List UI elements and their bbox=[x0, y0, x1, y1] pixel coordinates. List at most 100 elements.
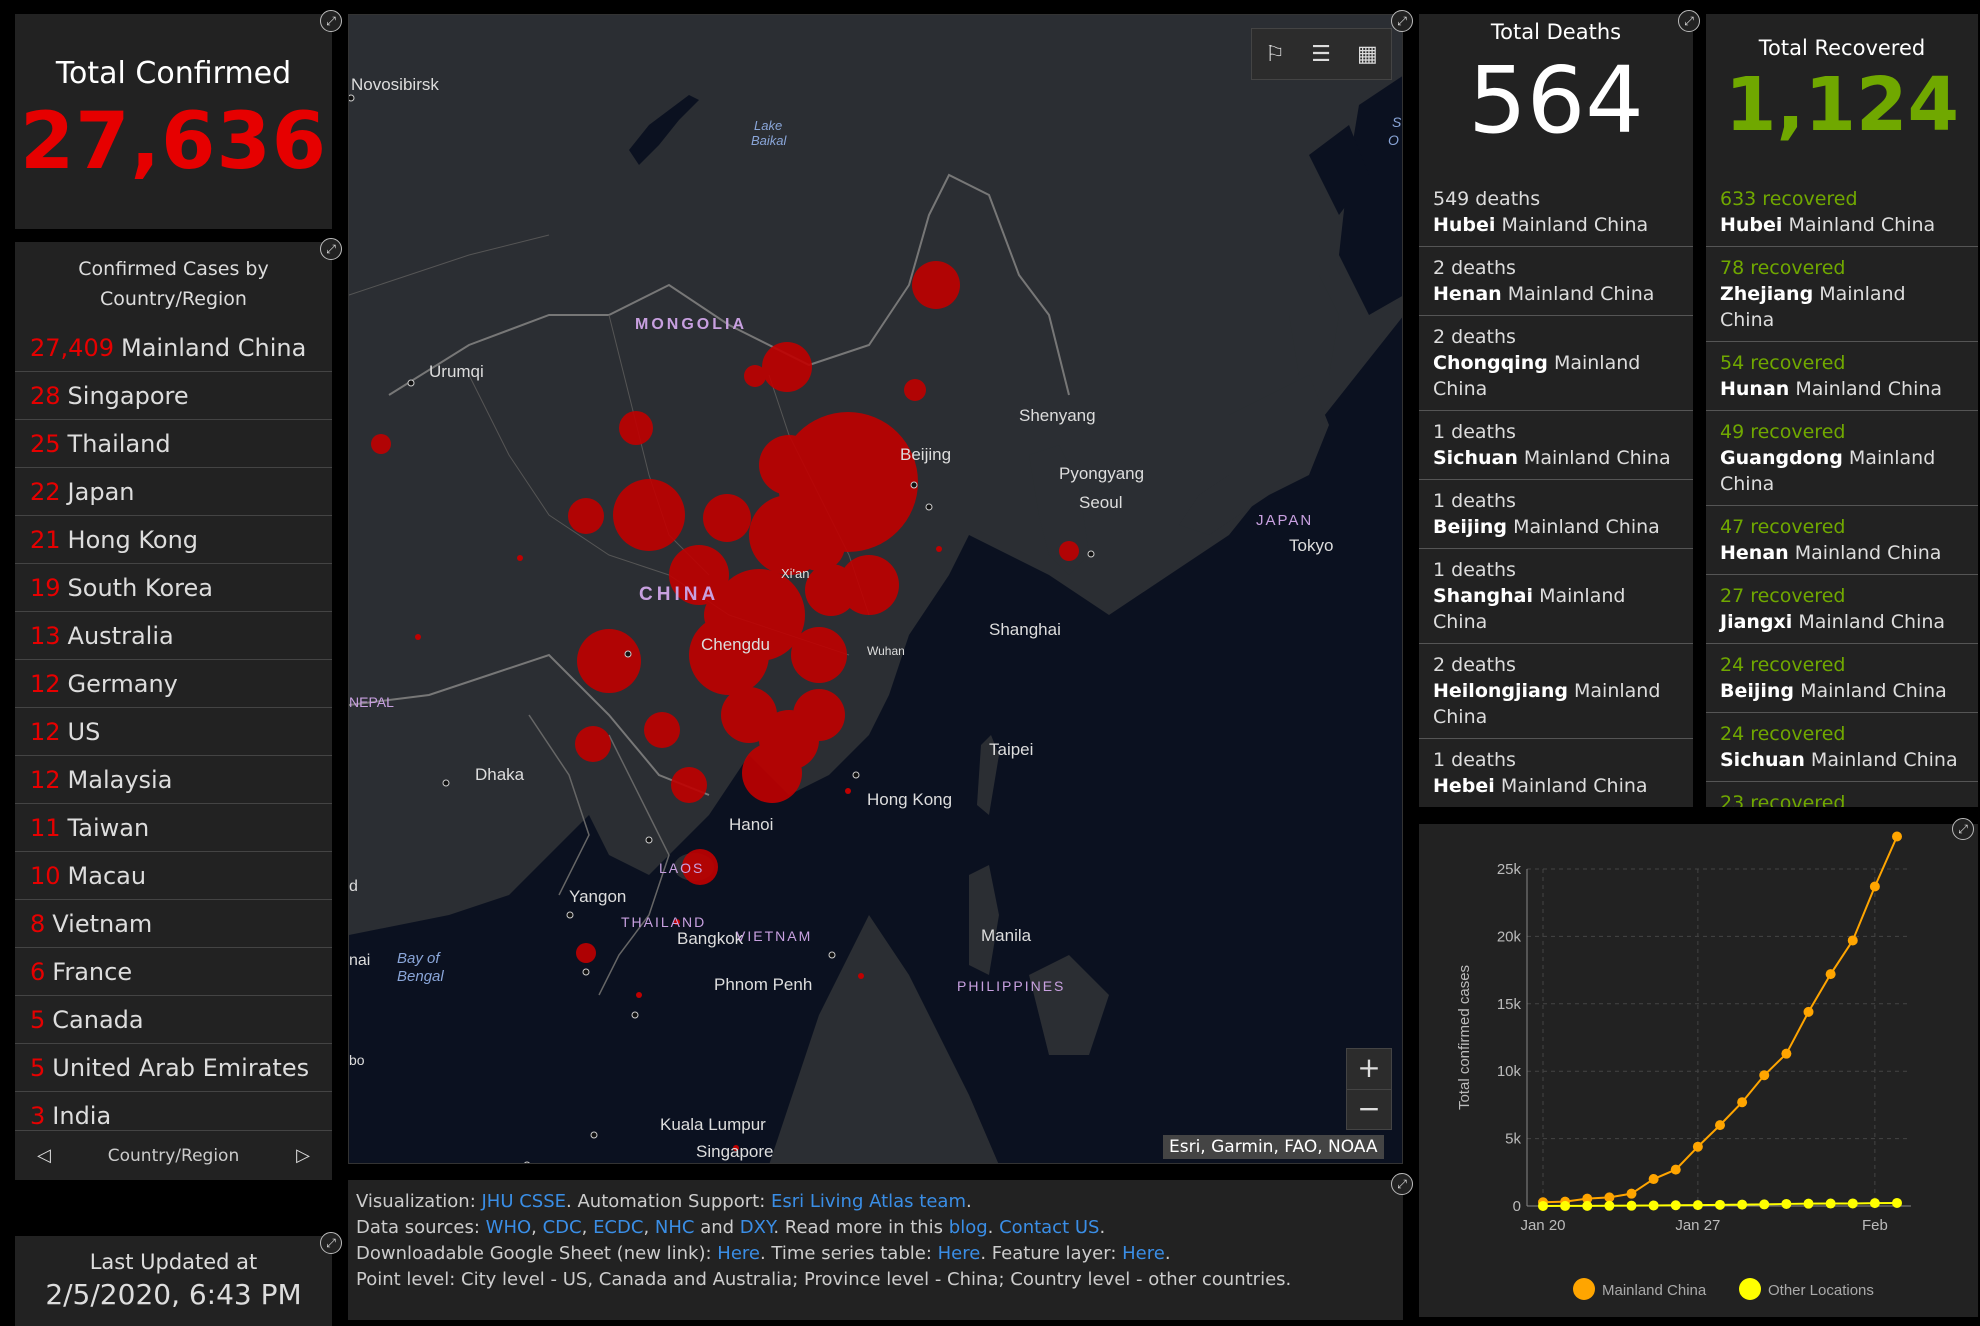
series-line bbox=[1542, 836, 1898, 1204]
death-item[interactable]: 549 deaths Hubei Mainland China bbox=[1419, 178, 1693, 247]
map-label-bangkok: Bangkok bbox=[677, 929, 744, 948]
contact-us-link[interactable]: Contact US bbox=[999, 1217, 1099, 1238]
country-list-item[interactable]: 6 France bbox=[15, 948, 332, 996]
province-name: Sichuan bbox=[1433, 447, 1518, 469]
expand-icon[interactable]: ⤢ bbox=[320, 238, 342, 260]
country-list-item[interactable]: 12 Malaysia bbox=[15, 756, 332, 804]
legend-list-icon[interactable]: ☰ bbox=[1311, 42, 1331, 67]
bookmark-icon[interactable]: ⚐ bbox=[1265, 42, 1285, 67]
map-label-nai: nai bbox=[349, 952, 370, 969]
death-count: 1 deaths bbox=[1433, 490, 1516, 512]
death-item[interactable]: 2 deaths Heilongjiang Mainland China bbox=[1419, 644, 1693, 739]
country-list-item[interactable]: 12 US bbox=[15, 708, 332, 756]
map-label-bengal: Bengal bbox=[397, 968, 444, 985]
time-series-link[interactable]: Here bbox=[938, 1243, 981, 1264]
data-point bbox=[1892, 1197, 1902, 1208]
data-point bbox=[1781, 1198, 1792, 1209]
death-item[interactable]: 1 deaths Shanghai Mainland China bbox=[1419, 549, 1693, 644]
province-name: Hebei bbox=[1433, 775, 1495, 797]
country-name: Singapore bbox=[67, 381, 189, 410]
region-name: Mainland China bbox=[1500, 775, 1648, 797]
death-count: 1 deaths bbox=[1433, 421, 1516, 443]
recovered-item[interactable]: 24 recovered Sichuan Mainland China bbox=[1706, 713, 1978, 782]
blog-link[interactable]: blog bbox=[949, 1217, 988, 1238]
country-count: 3 bbox=[30, 1101, 46, 1130]
map-attribution[interactable]: Esri, Garmin, FAO, NOAA bbox=[1163, 1135, 1384, 1159]
recovered-item[interactable]: 23 recoveredAnhui Mainland China bbox=[1706, 782, 1978, 807]
country-name: Canada bbox=[52, 1005, 144, 1034]
country-list-item[interactable]: 25 Thailand bbox=[15, 420, 332, 468]
expand-icon[interactable]: ⤢ bbox=[1678, 10, 1700, 32]
recovered-item[interactable]: 54 recovered Hunan Mainland China bbox=[1706, 342, 1978, 411]
expand-icon[interactable]: ⤢ bbox=[320, 1232, 342, 1254]
map-label-tokyo: Tokyo bbox=[1289, 536, 1333, 555]
region-name: Mainland China bbox=[1788, 214, 1936, 236]
cases-line-chart[interactable]: 0 5k 10k 15k 20k 25k Jan 20 Jan 27 Feb Total conf… bbox=[1419, 824, 1978, 1317]
country-list-item[interactable]: 22 Japan bbox=[15, 468, 332, 516]
map-label-pyongyang: Pyongyang bbox=[1059, 464, 1144, 483]
zoom-in-button[interactable]: + bbox=[1347, 1049, 1391, 1090]
country-count: 21 bbox=[30, 525, 61, 554]
recovered-count: 24 recovered bbox=[1720, 654, 1846, 676]
data-point bbox=[1759, 1199, 1770, 1210]
country-list-item[interactable]: 28 Singapore bbox=[15, 372, 332, 420]
data-point bbox=[1892, 831, 1902, 842]
country-list-item[interactable]: 5 Canada bbox=[15, 996, 332, 1044]
last-updated-value: 2/5/2020, 6:43 PM bbox=[45, 1278, 302, 1311]
expand-icon[interactable]: ⤢ bbox=[1952, 818, 1974, 840]
country-count: 10 bbox=[30, 861, 61, 890]
basemap-gallery-icon[interactable]: ▦ bbox=[1357, 42, 1378, 67]
country-list-item[interactable]: 13 Australia bbox=[15, 612, 332, 660]
country-list-item[interactable]: 11 Taiwan bbox=[15, 804, 332, 852]
map-canvas[interactable]: Novosibirsk Lake Baikal MONGOLIA Urumqi … bbox=[349, 15, 1403, 1164]
map-view[interactable]: Novosibirsk Lake Baikal MONGOLIA Urumqi … bbox=[348, 14, 1403, 1164]
map-toolbar: ⚐ ☰ ▦ bbox=[1251, 28, 1392, 80]
country-list-item[interactable]: 27,409 Mainland China bbox=[15, 324, 332, 372]
map-label-bay: Bay of bbox=[397, 950, 441, 967]
country-list-item[interactable]: 10 Macau bbox=[15, 852, 332, 900]
zoom-out-button[interactable]: − bbox=[1347, 1090, 1391, 1130]
province-name: Chongqing bbox=[1433, 352, 1548, 374]
google-sheet-link[interactable]: Here bbox=[717, 1243, 760, 1264]
recovered-count: 23 recovered bbox=[1720, 792, 1846, 807]
country-list-item[interactable]: 12 Germany bbox=[15, 660, 332, 708]
esri-living-atlas-link[interactable]: Esri Living Atlas team bbox=[771, 1191, 966, 1212]
recovered-location: Guangdong Mainland China bbox=[1720, 445, 1964, 497]
recovered-item[interactable]: 49 recovered Guangdong Mainland China bbox=[1706, 411, 1978, 506]
nhc-link[interactable]: NHC bbox=[655, 1217, 695, 1238]
jhu-csse-link[interactable]: JHU CSSE bbox=[481, 1191, 566, 1212]
country-list-item[interactable]: 8 Vietnam bbox=[15, 900, 332, 948]
country-count: 5 bbox=[30, 1053, 46, 1082]
recovered-item[interactable]: 78 recovered Zhejiang Mainland China bbox=[1706, 247, 1978, 342]
map-label-philippines: PHILIPPINES bbox=[957, 978, 1065, 994]
data-point bbox=[1560, 1200, 1571, 1211]
expand-icon[interactable]: ⤢ bbox=[1391, 1173, 1413, 1195]
recovered-item[interactable]: 27 recovered Jiangxi Mainland China bbox=[1706, 575, 1978, 644]
death-item[interactable]: 1 deaths Hebei Mainland China bbox=[1419, 739, 1693, 807]
recovered-item[interactable]: 633 recovered Hubei Mainland China bbox=[1706, 178, 1978, 247]
ecdc-link[interactable]: ECDC bbox=[593, 1217, 643, 1238]
recovered-item[interactable]: 24 recovered Beijing Mainland China bbox=[1706, 644, 1978, 713]
dxy-link[interactable]: DXY bbox=[740, 1217, 774, 1238]
cdc-link[interactable]: CDC bbox=[543, 1217, 582, 1238]
death-item[interactable]: 1 deaths Sichuan Mainland China bbox=[1419, 411, 1693, 480]
country-count: 13 bbox=[30, 621, 61, 650]
death-item[interactable]: 2 deaths Chongqing Mainland China bbox=[1419, 316, 1693, 411]
expand-icon[interactable]: ⤢ bbox=[1391, 10, 1413, 32]
map-label-nepal: NEPAL bbox=[349, 694, 394, 710]
country-list-item[interactable]: 21 Hong Kong bbox=[15, 516, 332, 564]
chevron-right-icon[interactable]: ▷ bbox=[296, 1145, 310, 1166]
country-list-item[interactable]: 5 United Arab Emirates bbox=[15, 1044, 332, 1092]
expand-icon[interactable]: ⤢ bbox=[320, 10, 342, 32]
y-tick-label: 10k bbox=[1497, 1063, 1522, 1080]
country-list-item[interactable]: 19 South Korea bbox=[15, 564, 332, 612]
death-item[interactable]: 2 deaths Henan Mainland China bbox=[1419, 247, 1693, 316]
recovered-item[interactable]: 47 recovered Henan Mainland China bbox=[1706, 506, 1978, 575]
who-link[interactable]: WHO bbox=[486, 1217, 532, 1238]
feature-layer-link[interactable]: Here bbox=[1122, 1243, 1165, 1264]
x-tick-label: Jan 27 bbox=[1675, 1217, 1720, 1234]
death-item[interactable]: 1 deaths Beijing Mainland China bbox=[1419, 480, 1693, 549]
map-label-thailand: THAILAND bbox=[621, 914, 706, 930]
chevron-left-icon[interactable]: ◁ bbox=[37, 1145, 51, 1166]
data-point bbox=[1692, 1200, 1703, 1211]
